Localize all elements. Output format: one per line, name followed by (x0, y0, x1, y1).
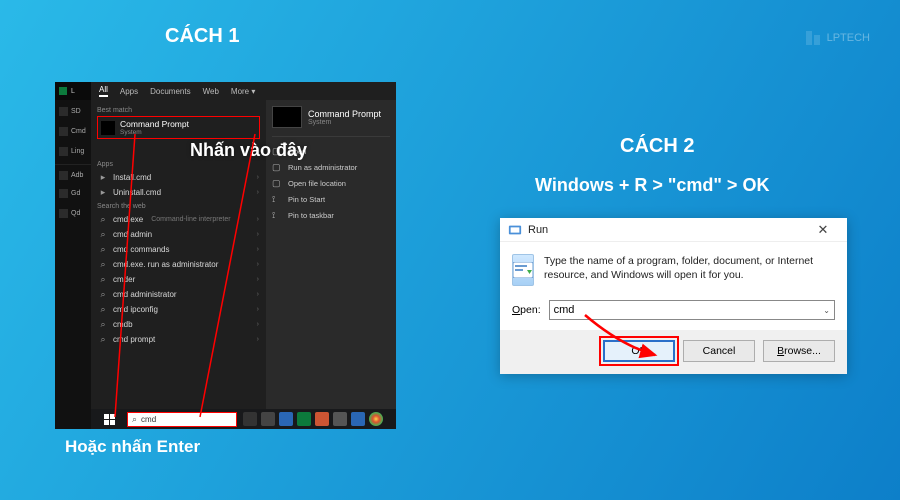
title-bar: L (55, 82, 91, 100)
search-icon: ⌕ (98, 260, 108, 270)
annotation-click-here: Nhấn vào đây (190, 140, 307, 161)
windows-icon (104, 414, 115, 425)
tab-web[interactable]: Web (203, 87, 219, 96)
rail-item[interactable]: Adb (55, 164, 91, 182)
start-button[interactable] (91, 409, 127, 429)
search-icon: ⌕ (98, 290, 108, 300)
search-icon: ⌕ (98, 305, 108, 315)
apps-label: Apps (97, 161, 260, 168)
action-pin-taskbar[interactable]: ⟟Pin to taskbar (272, 207, 390, 223)
file-icon: ▸ (98, 173, 108, 183)
search-icon: ⌕ (132, 414, 137, 425)
open-label: Open: (512, 304, 541, 316)
taskbar-app-icon[interactable] (297, 412, 311, 426)
run-title-text: Run (528, 224, 548, 236)
heading-or-enter: Hoặc nhấn Enter (65, 437, 200, 457)
shield-icon: ▢ (272, 162, 282, 172)
taskbar-app-icon[interactable] (315, 412, 329, 426)
window-rail: L SD Cmd Ling Adb Gd Qd (55, 82, 91, 429)
web-result[interactable]: ⌕cmd commands› (97, 242, 260, 257)
windows-search-panel: L SD Cmd Ling Adb Gd Qd All Apps Documen… (55, 82, 396, 429)
pin-icon: ⟟ (272, 210, 282, 220)
search-icon: ⌕ (98, 245, 108, 255)
taskbar-search-input[interactable]: ⌕ cmd (127, 412, 237, 427)
action-pin-start[interactable]: ⟟Pin to Start (272, 191, 390, 207)
rail-item[interactable]: Cmd (55, 122, 91, 140)
cancel-button[interactable]: Cancel (683, 340, 755, 362)
run-description: Type the name of a program, folder, docu… (544, 254, 835, 282)
rail-item[interactable]: SD (55, 102, 91, 120)
pin-icon: ⟟ (272, 194, 282, 204)
taskbar: ⌕ cmd (91, 409, 396, 429)
tab-all[interactable]: All (99, 85, 108, 97)
search-icon: ⌕ (98, 230, 108, 240)
cmd-preview-icon (272, 106, 302, 128)
browse-button[interactable]: Browse... (763, 340, 835, 362)
best-match-result[interactable]: Command Prompt System (97, 116, 260, 139)
web-result[interactable]: ⌕cmd prompt› (97, 332, 260, 347)
run-app-icon (512, 254, 534, 286)
taskbar-chrome-icon[interactable] (369, 412, 383, 426)
taskbar-app-icon[interactable] (261, 412, 275, 426)
taskbar-apps (243, 412, 383, 426)
search-icon: ⌕ (98, 335, 108, 345)
best-match-subtitle: System (120, 129, 189, 136)
taskbar-app-icon[interactable] (333, 412, 347, 426)
run-icon (508, 223, 522, 237)
web-result[interactable]: ⌕cmd.exeCommand-line interpreter› (97, 212, 260, 227)
folder-icon: ▢ (272, 178, 282, 188)
rail-item[interactable]: Ling (55, 142, 91, 160)
close-button[interactable]: ✕ (807, 218, 839, 242)
app-result[interactable]: ▸Install.cmd› (97, 170, 260, 185)
run-button-row: OK Cancel Browse... (500, 330, 847, 374)
search-filter-tabs: All Apps Documents Web More ▾ (91, 82, 396, 100)
rail-item[interactable]: Qd (55, 204, 91, 222)
file-icon: ▸ (98, 188, 108, 198)
search-icon: ⌕ (98, 215, 108, 225)
lptech-watermark: LPTECH (805, 30, 870, 46)
open-combobox[interactable]: cmd ⌄ (549, 300, 835, 320)
cmd-icon (101, 121, 115, 135)
open-input-value: cmd (554, 304, 575, 316)
tab-apps[interactable]: Apps (120, 87, 138, 96)
ok-button[interactable]: OK (603, 340, 675, 362)
preview-title: Command Prompt (308, 109, 381, 119)
chevron-down-icon: ⌄ (823, 306, 830, 315)
taskbar-app-icon[interactable] (243, 412, 257, 426)
web-result[interactable]: ⌕cmdb› (97, 317, 260, 332)
preview-subtitle: System (308, 119, 381, 126)
tab-more[interactable]: More ▾ (231, 87, 255, 96)
action-run-admin[interactable]: ▢Run as administrator (272, 159, 390, 175)
best-match-label: Best match (97, 107, 260, 114)
taskbar-app-icon[interactable] (279, 412, 293, 426)
heading-shortcut: Windows + R > "cmd" > OK (535, 175, 769, 196)
heading-method-1: CÁCH 1 (165, 25, 239, 48)
close-icon: ✕ (818, 222, 829, 238)
web-result[interactable]: ⌕cmd.exe. run as administrator› (97, 257, 260, 272)
run-titlebar: Run ✕ (500, 218, 847, 242)
action-open-location[interactable]: ▢Open file location (272, 175, 390, 191)
search-icon: ⌕ (98, 275, 108, 285)
web-result[interactable]: ⌕cmd administrator› (97, 287, 260, 302)
heading-method-2: CÁCH 2 (620, 135, 694, 158)
search-icon: ⌕ (98, 320, 108, 330)
app-result[interactable]: ▸Uninstall.cmd› (97, 185, 260, 200)
web-result[interactable]: ⌕cmd ipconfig› (97, 302, 260, 317)
best-match-title: Command Prompt (120, 119, 189, 129)
rail-item[interactable]: Gd (55, 184, 91, 202)
web-result[interactable]: ⌕cmd admin› (97, 227, 260, 242)
taskbar-app-icon[interactable] (351, 412, 365, 426)
run-dialog: Run ✕ Type the name of a program, folder… (500, 218, 847, 374)
web-result[interactable]: ⌕cmder› (97, 272, 260, 287)
search-web-label: Search the web (97, 203, 260, 210)
tab-documents[interactable]: Documents (150, 87, 190, 96)
search-value: cmd (141, 415, 156, 424)
